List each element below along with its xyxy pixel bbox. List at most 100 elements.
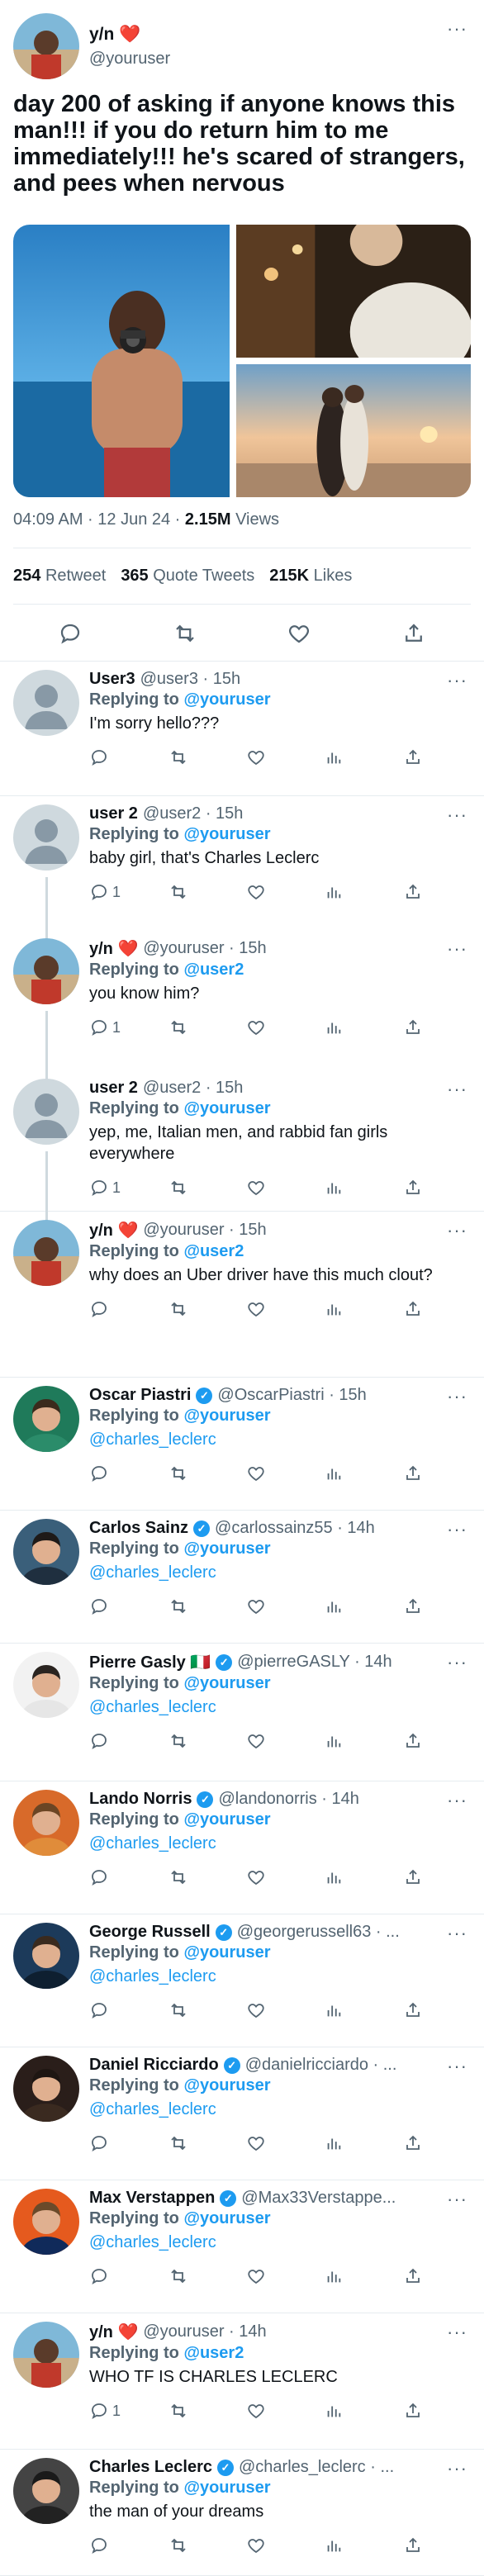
reply-tweet[interactable]: Charles Leclerc ✓ @charles_leclerc · ... Re… xyxy=(0,2450,484,2575)
display-name[interactable]: George Russell xyxy=(89,1923,211,1942)
more-icon[interactable]: ··· xyxy=(447,2056,467,2077)
share-button[interactable] xyxy=(403,1464,436,1483)
analytics-button[interactable] xyxy=(325,2000,358,2020)
like-button[interactable] xyxy=(246,1731,279,1751)
reply-tweet[interactable]: User3 @user3 · 15h Replying to @youruser I'… xyxy=(0,662,484,795)
display-name[interactable]: y/n ❤️ xyxy=(89,938,138,959)
share-button[interactable] xyxy=(403,1596,436,1616)
reply-tweet[interactable]: y/n ❤️ @youruser · 14h Replying to @user2 W… xyxy=(0,2313,484,2449)
avatar[interactable] xyxy=(13,13,79,79)
display-name[interactable]: Carlos Sainz xyxy=(89,1519,188,1538)
replying-to-handle[interactable]: @youruser xyxy=(183,2479,270,2497)
reply-button[interactable] xyxy=(89,2000,122,2020)
username[interactable]: @youruser xyxy=(89,50,471,69)
share-button[interactable] xyxy=(403,2266,436,2286)
reply-button[interactable] xyxy=(89,747,122,767)
reply-button[interactable]: 1 xyxy=(89,2401,122,2421)
reply-button[interactable]: 1 xyxy=(89,1178,122,1198)
display-name[interactable]: Max Verstappen xyxy=(89,2189,215,2208)
replying-to-handle[interactable]: @youruser xyxy=(183,1674,270,1692)
more-icon[interactable]: ··· xyxy=(447,670,467,691)
analytics-button[interactable] xyxy=(325,1596,358,1616)
share-button[interactable] xyxy=(403,1178,436,1198)
replying-to-handle[interactable]: @youruser xyxy=(183,1539,270,1558)
replying-to-handle[interactable]: @youruser xyxy=(183,690,270,709)
username[interactable]: @youruser · 15h xyxy=(143,1221,266,1240)
replying-to-handle[interactable]: @youruser xyxy=(183,825,270,843)
reply-tweet[interactable]: y/n ❤️ @youruser · 15h Replying to @user2 y… xyxy=(0,930,484,1080)
replying-to-handle[interactable]: @user2 xyxy=(183,1242,244,1260)
likes-stat[interactable]: 215K Likes xyxy=(269,567,352,586)
replying-to-handle[interactable]: @youruser xyxy=(183,1099,270,1117)
share-icon[interactable] xyxy=(401,621,426,646)
username[interactable]: @carlossainz55 · 14h xyxy=(215,1519,375,1538)
avatar[interactable] xyxy=(13,938,79,1004)
reply-button[interactable]: 1 xyxy=(89,1018,122,1037)
retweet-button[interactable] xyxy=(168,2266,201,2286)
username[interactable]: @charles_leclerc · ... xyxy=(239,2458,394,2477)
more-icon[interactable]: ··· xyxy=(447,2189,467,2210)
retweet-button[interactable] xyxy=(168,1018,201,1037)
reply-button[interactable] xyxy=(89,1596,122,1616)
analytics-button[interactable] xyxy=(325,1299,358,1319)
avatar[interactable] xyxy=(13,1079,79,1145)
reply-button[interactable]: 1 xyxy=(89,882,122,902)
reply-icon[interactable] xyxy=(58,621,83,646)
share-button[interactable] xyxy=(403,1867,436,1887)
avatar[interactable] xyxy=(13,1923,79,1989)
share-button[interactable] xyxy=(403,1299,436,1319)
more-icon[interactable]: ··· xyxy=(447,1652,467,1673)
analytics-button[interactable] xyxy=(325,747,358,767)
retweet-button[interactable] xyxy=(168,1867,201,1887)
analytics-button[interactable] xyxy=(325,2401,358,2421)
avatar[interactable] xyxy=(13,804,79,871)
username[interactable]: @youruser · 15h xyxy=(143,939,266,958)
username[interactable]: @landonorris · 14h xyxy=(218,1790,358,1809)
display-name[interactable]: Pierre Gasly 🇮🇹 xyxy=(89,1652,211,1672)
share-button[interactable] xyxy=(403,2133,436,2153)
username[interactable]: @georgerussell63 · ... xyxy=(237,1923,400,1942)
retweet-button[interactable] xyxy=(168,2401,201,2421)
display-name[interactable]: Daniel Ricciardo xyxy=(89,2056,219,2075)
photo-sunset-couple[interactable] xyxy=(236,364,471,497)
more-icon[interactable]: ··· xyxy=(447,1923,467,1944)
display-name[interactable]: y/n ❤️ xyxy=(89,2322,138,2342)
username[interactable]: @OscarPiastri · 15h xyxy=(217,1386,366,1405)
share-button[interactable] xyxy=(403,2536,436,2555)
replying-to-handle[interactable]: @user2 xyxy=(183,961,244,979)
like-button[interactable] xyxy=(246,2401,279,2421)
username[interactable]: @user3 · 15h xyxy=(140,670,240,689)
photo-man-camera[interactable] xyxy=(13,225,230,497)
quotes-stat[interactable]: 365 Quote Tweets xyxy=(121,567,254,586)
retweet-button[interactable] xyxy=(168,1596,201,1616)
retweet-button[interactable] xyxy=(168,882,201,902)
share-button[interactable] xyxy=(403,1731,436,1751)
like-button[interactable] xyxy=(246,2000,279,2020)
reply-tweet[interactable]: Daniel Ricciardo ✓ @danielricciardo · ... R… xyxy=(0,2047,484,2180)
reply-tweet[interactable]: user 2 @user2 · 15h Replying to @youruser y… xyxy=(0,1070,484,1221)
more-icon[interactable]: ··· xyxy=(447,18,467,40)
more-icon[interactable]: ··· xyxy=(447,804,467,826)
more-icon[interactable]: ··· xyxy=(447,1519,467,1540)
analytics-button[interactable] xyxy=(325,1731,358,1751)
replying-to-handle[interactable]: @youruser xyxy=(183,1407,270,1425)
like-button[interactable] xyxy=(246,747,279,767)
avatar[interactable] xyxy=(13,1386,79,1452)
reply-button[interactable] xyxy=(89,2536,122,2555)
avatar[interactable] xyxy=(13,2458,79,2524)
avatar[interactable] xyxy=(13,2056,79,2122)
avatar[interactable] xyxy=(13,1652,79,1718)
username[interactable]: @user2 · 15h xyxy=(143,804,243,823)
display-name[interactable]: Lando Norris xyxy=(89,1790,192,1809)
retweet-button[interactable] xyxy=(168,1731,201,1751)
reply-tweet[interactable]: user 2 @user2 · 15h Replying to @youruser b… xyxy=(0,796,484,940)
more-icon[interactable]: ··· xyxy=(447,1386,467,1407)
share-button[interactable] xyxy=(403,2401,436,2421)
reply-tweet[interactable]: y/n ❤️ @youruser · 15h Replying to @user2 w… xyxy=(0,1212,484,1377)
retweet-button[interactable] xyxy=(168,1299,201,1319)
retweet-button[interactable] xyxy=(168,2536,201,2555)
analytics-button[interactable] xyxy=(325,2133,358,2153)
display-name[interactable]: User3 xyxy=(89,670,135,689)
reply-tweet[interactable]: Lando Norris ✓ @landonorris · 14h Replying … xyxy=(0,1781,484,1914)
like-button[interactable] xyxy=(246,2536,279,2555)
